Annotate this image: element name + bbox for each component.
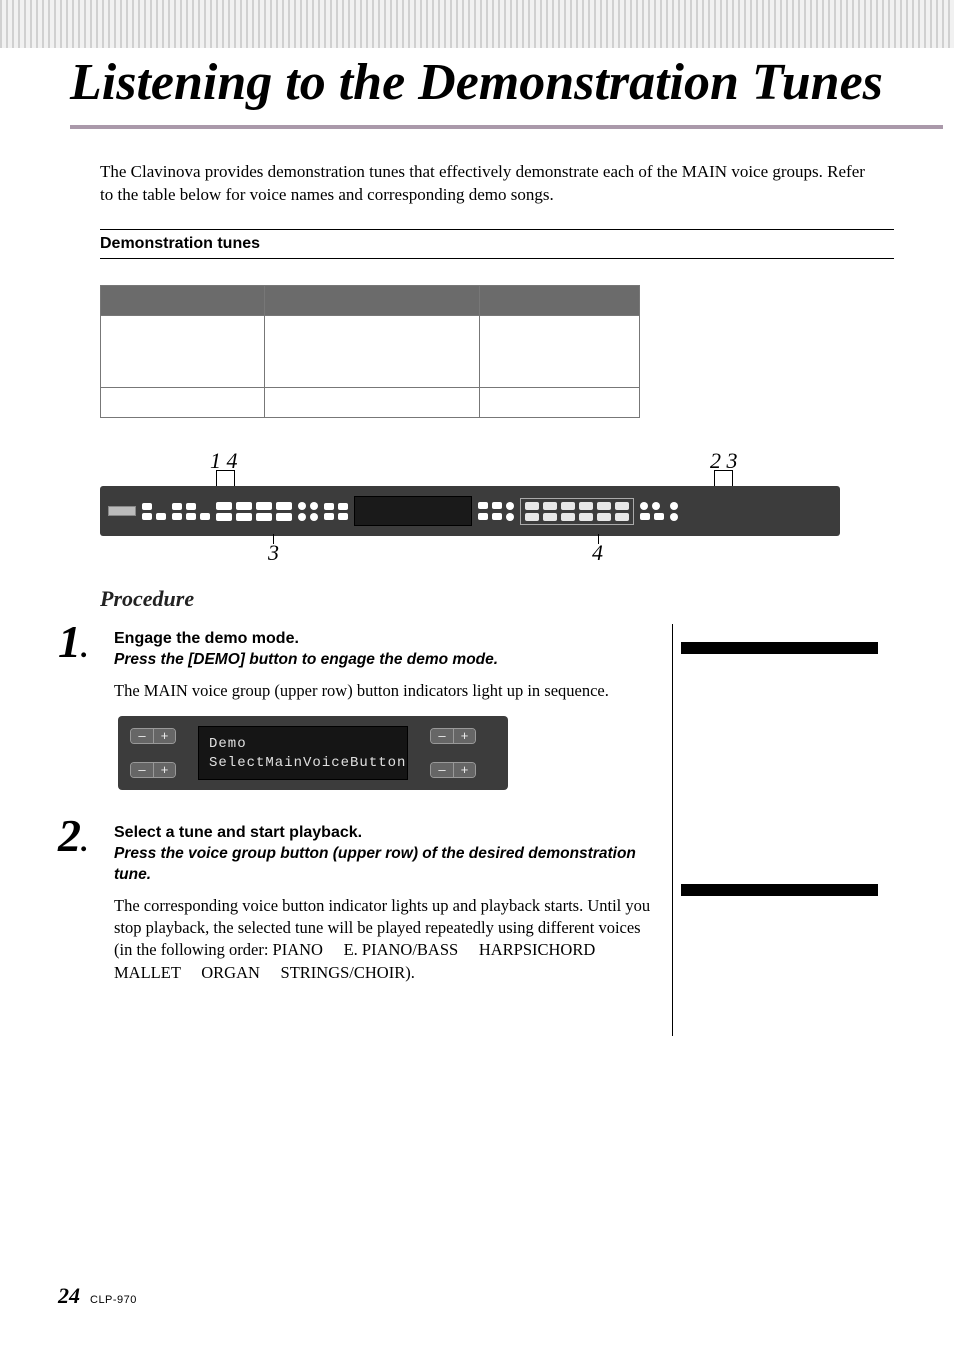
minus-plus-pair: –+	[130, 762, 176, 778]
section-heading: Demonstration tunes	[100, 235, 894, 253]
device-panel	[100, 486, 840, 536]
voice-group-box	[520, 498, 634, 525]
section-heading-wrap: Demonstration tunes	[100, 229, 894, 259]
lcd-preview	[354, 496, 472, 526]
table-header-cell	[101, 286, 265, 316]
sidebar-bar	[681, 642, 878, 654]
model-label: CLP-970	[90, 1294, 137, 1306]
lcd-line-2: SelectMainVoiceButton	[209, 754, 397, 772]
step-body-text: The corresponding voice button indicator…	[114, 895, 660, 984]
table-row	[101, 316, 640, 388]
minus-plus-pair: –+	[430, 728, 476, 744]
sidebar-bar	[681, 884, 878, 896]
table-header-cell	[480, 286, 640, 316]
step-title: Engage the demo mode.	[114, 630, 660, 648]
table-header-cell	[264, 286, 480, 316]
lcd-line-1: Demo	[209, 735, 397, 753]
procedure-heading: Procedure	[100, 586, 894, 612]
minus-plus-pair: –+	[430, 762, 476, 778]
title-rule	[70, 125, 943, 129]
top-hatch-decoration	[0, 0, 954, 48]
table-row	[101, 388, 640, 418]
page-title: Listening to the Demonstration Tunes	[70, 54, 894, 111]
callout-4: 4	[592, 540, 603, 566]
callout-3: 3	[268, 540, 279, 566]
table-header-row	[101, 286, 640, 316]
step-1: 1. Engage the demo mode. Press the [DEMO…	[100, 624, 660, 790]
step-2: 2. Select a tune and start playback. Pre…	[100, 818, 660, 983]
footer: 24 CLP-970	[58, 1283, 137, 1309]
step-body-text: The MAIN voice group (upper row) button …	[114, 680, 660, 702]
procedure-sidebar	[672, 624, 878, 1036]
device-panel-figure: 1 4 2 3	[100, 448, 840, 568]
step-number: 1.	[58, 624, 94, 661]
minus-plus-pair: –+	[130, 728, 176, 744]
lcd-figure: –+ –+ Demo SelectMainVoiceButton –+ –+	[118, 716, 508, 790]
step-instruction: Press the voice group button (upper row)…	[114, 844, 660, 884]
intro-paragraph: The Clavinova provides demonstration tun…	[100, 161, 894, 207]
step-number: 2.	[58, 818, 94, 855]
demo-tunes-table	[100, 285, 640, 418]
page-number: 24	[58, 1283, 80, 1309]
step-title: Select a tune and start playback.	[114, 824, 660, 842]
procedure-main: 1. Engage the demo mode. Press the [DEMO…	[100, 624, 660, 1036]
step-instruction: Press the [DEMO] button to engage the de…	[114, 650, 660, 670]
lcd-screen: Demo SelectMainVoiceButton	[198, 726, 408, 780]
